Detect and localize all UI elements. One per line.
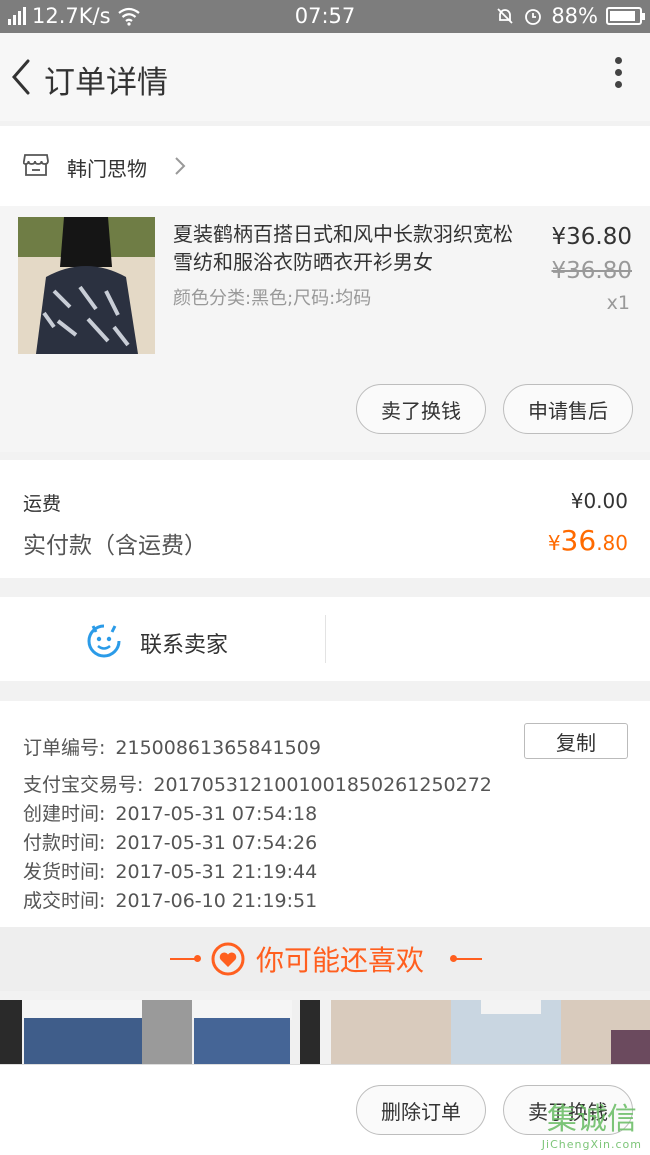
completed-time-row: 成交时间: 2017-06-10 21:19:51 bbox=[23, 886, 317, 913]
contact-section: 联系卖家 bbox=[0, 597, 650, 681]
watermark-logo: 集诚信 JiChengXin.com bbox=[542, 1094, 642, 1151]
more-dot-icon bbox=[614, 81, 622, 88]
created-time-label: 创建时间: bbox=[23, 803, 106, 825]
recommend-title: 你可能还喜欢 bbox=[256, 944, 425, 977]
paid-currency: ¥ bbox=[547, 531, 561, 555]
shipped-time-label: 发货时间: bbox=[23, 861, 106, 883]
status-right: 88% bbox=[495, 4, 645, 28]
paid-time-row: 付款时间: 2017-05-31 07:54:26 bbox=[23, 828, 317, 855]
paid-decimal: .80 bbox=[596, 531, 628, 555]
heart-icon bbox=[211, 942, 245, 976]
completed-time-value: 2017-06-10 21:19:51 bbox=[115, 890, 318, 912]
store-icon bbox=[23, 154, 49, 176]
contact-seller-button[interactable]: 联系卖家 bbox=[0, 597, 325, 681]
watermark-text: 集诚信 bbox=[546, 1102, 637, 1137]
watermark-url: JiChengXin.com bbox=[541, 1138, 642, 1151]
product-original-price: ¥36.80 bbox=[551, 258, 632, 284]
shipped-time-value: 2017-05-31 21:19:44 bbox=[115, 861, 318, 883]
back-button[interactable] bbox=[4, 53, 40, 101]
order-number-value: 21500861365841509 bbox=[115, 737, 321, 759]
shipping-value: ¥0.00 bbox=[570, 489, 628, 513]
created-time-value: 2017-05-31 07:54:18 bbox=[115, 803, 318, 825]
completed-time-label: 成交时间: bbox=[23, 890, 106, 912]
recommend-item[interactable] bbox=[331, 1000, 650, 1064]
divider-dot bbox=[194, 955, 201, 962]
page-title: 订单详情 bbox=[44, 65, 168, 101]
battery-percent: 88% bbox=[551, 4, 598, 28]
order-info: 订单编号: 21500861365841509 复制 支付宝交易号: 2017053… bbox=[0, 701, 650, 927]
product-image bbox=[18, 217, 155, 354]
paid-time-value: 2017-05-31 07:54:26 bbox=[115, 832, 318, 854]
nav-bar: 订单详情 bbox=[0, 33, 650, 121]
more-dot-icon bbox=[614, 57, 622, 64]
divider-line bbox=[452, 958, 482, 960]
shop-row[interactable]: 韩门思物 bbox=[0, 126, 650, 206]
after-sales-button[interactable]: 申请售后 bbox=[503, 384, 633, 434]
product-item[interactable]: 夏装鹤柄百搭日式和风中长款羽织宽松雪纺和服浴衣防晒衣开衫男女 颜色分类:黑色;尺… bbox=[0, 206, 650, 452]
product-quantity: x1 bbox=[606, 292, 630, 314]
paid-amount: ¥36.80 bbox=[548, 524, 628, 557]
alipay-trade-value: 2017053121001001850261250272 bbox=[153, 774, 492, 796]
shipped-time-row: 发货时间: 2017-05-31 21:19:44 bbox=[23, 857, 317, 884]
sell-button[interactable]: 卖了换钱 bbox=[356, 384, 486, 434]
alipay-trade-label: 支付宝交易号: bbox=[23, 774, 144, 796]
fees-section: 运费 ¥0.00 实付款（含运费） ¥36.80 bbox=[0, 460, 650, 578]
status-bar: 12.7K/s 07:57 88% bbox=[0, 0, 650, 33]
product-sku: 颜色分类:黑色;尺码:均码 bbox=[173, 288, 372, 309]
recommend-list bbox=[0, 1000, 650, 1064]
mute-bell-icon bbox=[497, 8, 513, 24]
order-number-row: 订单编号: 21500861365841509 bbox=[23, 733, 321, 760]
paid-time-label: 付款时间: bbox=[23, 832, 106, 854]
shipping-label: 运费 bbox=[23, 493, 62, 515]
product-price: ¥36.80 bbox=[551, 224, 632, 250]
product-photo bbox=[18, 217, 155, 354]
recommend-item[interactable] bbox=[0, 1000, 320, 1064]
chat-smile-icon bbox=[87, 624, 121, 658]
recommend-item-image bbox=[0, 1000, 320, 1064]
more-menu-button[interactable] bbox=[610, 57, 626, 97]
delete-order-button[interactable]: 删除订单 bbox=[356, 1085, 486, 1135]
chevron-right-icon bbox=[175, 157, 186, 175]
bottom-action-bar: 删除订单 卖了换钱 集诚信 JiChengXin.com bbox=[0, 1064, 650, 1155]
alipay-trade-row: 支付宝交易号: 2017053121001001850261250272 bbox=[23, 770, 492, 797]
paid-integer: 36 bbox=[560, 524, 597, 557]
alarm-icon bbox=[525, 9, 542, 25]
recommend-item-image bbox=[331, 1000, 650, 1064]
chevron-left-icon bbox=[12, 59, 30, 95]
order-number-label: 订单编号: bbox=[23, 737, 106, 759]
created-time-row: 创建时间: 2017-05-31 07:54:18 bbox=[23, 799, 317, 826]
battery-icon bbox=[606, 7, 645, 25]
paid-label: 实付款（含运费） bbox=[23, 533, 207, 559]
more-dot-icon bbox=[614, 69, 622, 76]
divider bbox=[325, 615, 326, 663]
battery-fill bbox=[610, 11, 635, 21]
recommend-header: 你可能还喜欢 bbox=[0, 927, 650, 991]
contact-seller-label: 联系卖家 bbox=[140, 633, 229, 658]
copy-button[interactable]: 复制 bbox=[524, 723, 628, 759]
shop-name: 韩门思物 bbox=[67, 157, 147, 181]
product-name: 夏装鹤柄百搭日式和风中长款羽织宽松雪纺和服浴衣防晒衣开衫男女 bbox=[173, 222, 513, 274]
